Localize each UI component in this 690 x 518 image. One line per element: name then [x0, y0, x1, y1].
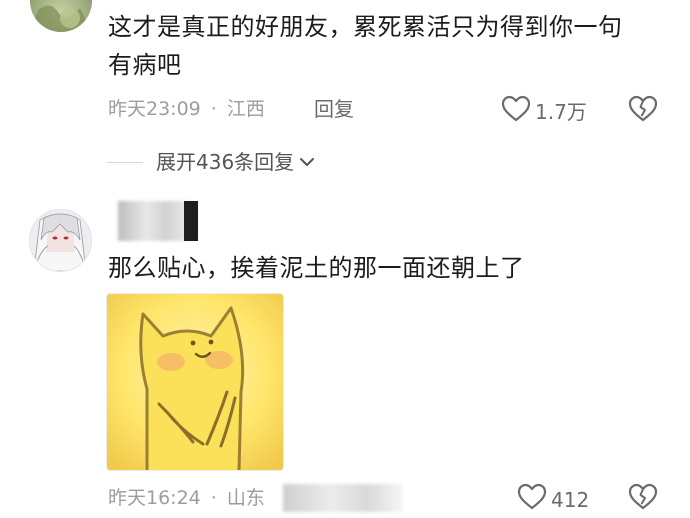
- dislike-button[interactable]: [628, 483, 658, 515]
- obscured-text: [283, 484, 403, 512]
- meta-separator: ·: [210, 98, 217, 120]
- avatar[interactable]: [30, 0, 92, 32]
- broken-heart-icon: [628, 483, 658, 515]
- username-mark: [184, 201, 198, 241]
- comment-meta: 昨天16:24 · 山东: [108, 486, 265, 510]
- avatar[interactable]: [29, 209, 92, 272]
- reply-button[interactable]: 回复: [314, 97, 354, 121]
- comment-text-line: 那么贴心，挨着泥土的那一面还朝上了: [108, 254, 525, 282]
- comment-text-line: 这才是真正的好朋友，累死累活只为得到你一句: [108, 13, 623, 41]
- expand-replies-label: 展开436条回复: [156, 150, 295, 174]
- comment-time: 昨天16:24: [108, 487, 201, 509]
- expand-replies-button[interactable]: 展开436条回复: [107, 149, 315, 175]
- chevron-down-icon: [299, 156, 315, 168]
- like-count: 1.7万: [535, 99, 587, 124]
- comment-location: 江西: [226, 98, 265, 120]
- comment-location: 山东: [226, 487, 265, 509]
- heart-outline-icon: [501, 95, 531, 128]
- like-button[interactable]: 1.7万: [501, 95, 587, 128]
- comment-text-line: 有病吧: [108, 51, 182, 79]
- heart-outline-icon: [517, 483, 547, 516]
- like-button[interactable]: 412: [517, 483, 589, 516]
- broken-heart-icon: [628, 95, 658, 127]
- meta-separator: ·: [210, 487, 217, 509]
- like-count: 412: [551, 487, 590, 512]
- comment-time: 昨天23:09: [108, 98, 201, 120]
- dislike-button[interactable]: [628, 95, 658, 127]
- comment-meta: 昨天23:09 · 江西: [108, 97, 265, 121]
- comment-sticker-image[interactable]: [106, 293, 284, 471]
- comment-thread: 这才是真正的好朋友，累死累活只为得到你一句 有病吧 昨天23:09 · 江西 回复 …: [0, 0, 690, 518]
- divider-line: [107, 161, 143, 163]
